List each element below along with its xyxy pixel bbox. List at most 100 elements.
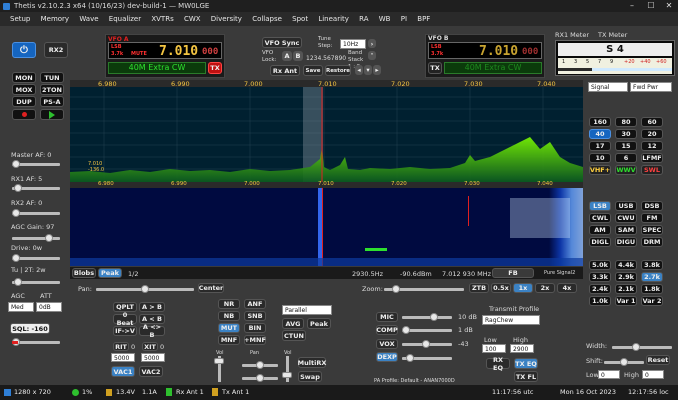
- multirx-button[interactable]: MultiRX: [298, 357, 326, 368]
- filter-button-2-7k[interactable]: 2.7k: [641, 272, 663, 282]
- dexp-slider[interactable]: [402, 354, 452, 362]
- band-button-40[interactable]: 40: [589, 129, 611, 139]
- zoom-05x-button[interactable]: 0.5x: [491, 283, 511, 293]
- menu-collapse[interactable]: Collapse: [248, 12, 286, 26]
- blobs-button[interactable]: Blobs: [72, 268, 96, 278]
- band-button-60[interactable]: 60: [641, 117, 663, 127]
- zoom-slider[interactable]: [384, 285, 464, 293]
- mox-button[interactable]: MOX: [12, 84, 36, 95]
- peak-display-button[interactable]: Peak: [307, 318, 331, 329]
- mode-button-sam[interactable]: SAM: [615, 225, 637, 235]
- tx-low-input[interactable]: 100: [482, 344, 506, 353]
- filter-button-2-9k[interactable]: 2.9k: [615, 272, 637, 282]
- vfo-b-tx-button[interactable]: TX: [428, 62, 442, 74]
- vox-button[interactable]: VOX: [376, 339, 398, 349]
- nb-button[interactable]: NB: [218, 311, 240, 321]
- mode-button-cwu[interactable]: CWU: [615, 213, 637, 223]
- mode-button-digl[interactable]: DIGL: [589, 237, 611, 247]
- tx-eq-button[interactable]: TX EQ: [514, 358, 538, 369]
- mode-button-usb[interactable]: USB: [615, 201, 637, 211]
- mnf-button[interactable]: MNF: [218, 335, 240, 345]
- band-button-80[interactable]: 80: [615, 117, 637, 127]
- mode-button-cwl[interactable]: CWL: [589, 213, 611, 223]
- master-af-slider[interactable]: [12, 160, 60, 168]
- menu-setup[interactable]: Setup: [6, 12, 34, 26]
- band-button-vhf-[interactable]: VHF+: [589, 165, 611, 175]
- comp-slider[interactable]: [402, 326, 452, 334]
- menu-diversity[interactable]: Diversity: [207, 12, 246, 26]
- band-button-swl[interactable]: SWL: [641, 165, 663, 175]
- rx2-button[interactable]: RX2: [44, 42, 68, 58]
- rx-ant-button[interactable]: Rx Ant: [270, 65, 300, 76]
- save-button[interactable]: Save: [303, 65, 323, 76]
- filter-low-input[interactable]: 0: [598, 370, 620, 379]
- a-swap-b-button[interactable]: A <> B: [139, 323, 165, 339]
- nr-button[interactable]: NR: [218, 299, 240, 309]
- band-stack-down-button[interactable]: ▾: [364, 65, 372, 75]
- band-button-wwv[interactable]: WWV: [615, 165, 637, 175]
- power-button[interactable]: ⏻: [12, 42, 36, 58]
- vfo-sync-button[interactable]: VFO Sync: [262, 37, 302, 48]
- mode-button-lsb[interactable]: LSB: [589, 201, 611, 211]
- mode-button-digu[interactable]: DIGU: [615, 237, 637, 247]
- rx-eq-button[interactable]: RX EQ: [486, 356, 510, 372]
- menu-linearity[interactable]: Linearity: [314, 12, 353, 26]
- menu-spot[interactable]: Spot: [288, 12, 312, 26]
- psa-button[interactable]: PS-A: [40, 96, 64, 107]
- menu-wb[interactable]: WB: [375, 12, 395, 26]
- rx2-pan-slider[interactable]: [242, 374, 278, 382]
- a-to-b-button[interactable]: A > B: [139, 302, 165, 312]
- vfo-lock-a-button[interactable]: A: [282, 51, 292, 61]
- vfo-lock-b-button[interactable]: B: [293, 51, 303, 61]
- mode-button-spec[interactable]: SPEC: [641, 225, 663, 235]
- menu-pi[interactable]: PI: [397, 12, 411, 26]
- xit-step-input[interactable]: 5000: [141, 353, 165, 362]
- drive-slider[interactable]: [12, 254, 60, 262]
- tun-button[interactable]: TUN: [40, 72, 64, 83]
- anf-button[interactable]: ANF: [244, 299, 266, 309]
- menu-cwx[interactable]: CWX: [180, 12, 205, 26]
- agc-select[interactable]: Med: [8, 302, 34, 312]
- rx2-vol-slider[interactable]: [282, 356, 292, 382]
- rit-step-input[interactable]: 5000: [111, 353, 135, 362]
- avg-button[interactable]: AVG: [282, 318, 304, 329]
- tx-high-input[interactable]: 2900: [510, 344, 534, 353]
- band-stack-prev-button[interactable]: ◂: [355, 65, 363, 75]
- vfo-a-display[interactable]: LSB 3.7k MUTE 7.010 000: [108, 42, 222, 59]
- band-button-17[interactable]: 17: [589, 141, 611, 151]
- transmit-profile-select[interactable]: RagChew: [482, 315, 540, 325]
- menu-memory[interactable]: Memory: [37, 12, 73, 26]
- rx1-vol-slider[interactable]: [214, 356, 224, 382]
- filter-high-input[interactable]: 0: [642, 370, 664, 379]
- vac1-button[interactable]: VAC1: [111, 366, 135, 377]
- band-stack-up-button[interactable]: ˄: [368, 51, 376, 60]
- menu-wave[interactable]: Wave: [75, 12, 102, 26]
- panadapter[interactable]: 7.010 -136.0: [70, 87, 583, 182]
- zero-beat-button[interactable]: 0 Beat: [113, 311, 137, 327]
- rx-meter-select[interactable]: Signal: [588, 82, 628, 92]
- fb-button[interactable]: FB: [492, 268, 534, 278]
- reset-button[interactable]: Reset: [646, 355, 670, 365]
- band-button-12[interactable]: 12: [641, 141, 663, 151]
- restore-button[interactable]: Restore: [325, 65, 351, 76]
- band-button-20[interactable]: 20: [641, 129, 663, 139]
- ztb-button[interactable]: ZTB: [469, 283, 489, 293]
- center-button[interactable]: Center: [198, 283, 224, 293]
- agc-gain-slider[interactable]: [12, 234, 60, 242]
- mut-button[interactable]: MUT: [218, 323, 240, 333]
- swap-button[interactable]: Swap: [298, 371, 322, 382]
- filter-button-1-0k[interactable]: 1.0k: [589, 296, 611, 306]
- band-button-30[interactable]: 30: [615, 129, 637, 139]
- shift-slider[interactable]: [604, 358, 644, 366]
- zoom-1x-button[interactable]: 1x: [513, 283, 533, 293]
- waterfall[interactable]: [70, 188, 583, 266]
- tx-meter-select[interactable]: Fwd Pwr: [630, 82, 672, 92]
- snb-button[interactable]: SNB: [244, 311, 266, 321]
- mon-button[interactable]: MON: [12, 72, 36, 83]
- record-button[interactable]: [12, 109, 36, 120]
- filter-button-1-8k[interactable]: 1.8k: [641, 284, 663, 294]
- filter-button-2-4k[interactable]: 2.4k: [589, 284, 611, 294]
- rit-button[interactable]: RIT: [113, 342, 129, 351]
- filter-button-var-2[interactable]: Var 2: [641, 296, 663, 306]
- sql-slider[interactable]: [12, 338, 60, 346]
